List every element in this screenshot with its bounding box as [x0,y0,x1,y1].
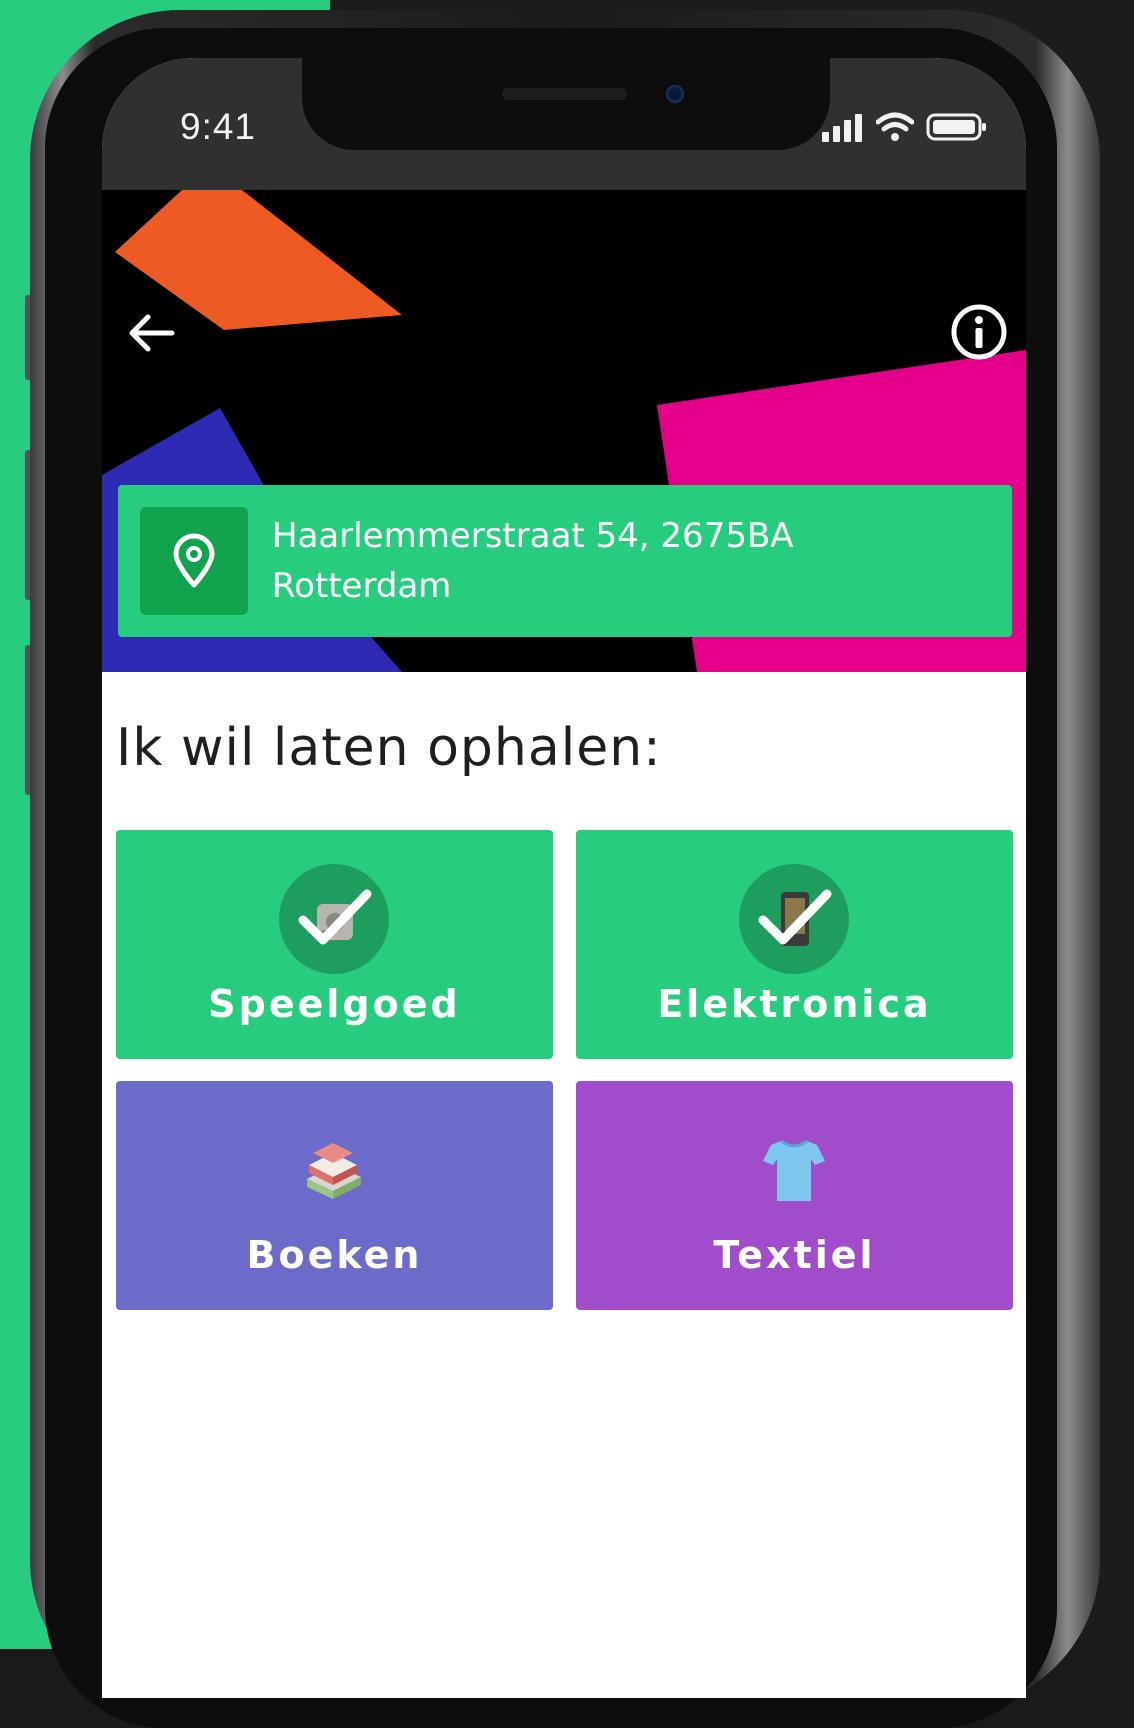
address-text: Haarlemmerstraat 54, 2675BA Rotterdam [272,511,794,611]
status-time: 9:41 [180,106,257,147]
back-button[interactable] [126,308,176,358]
category-tile-speelgoed[interactable]: Speelgoed [116,830,553,1059]
books-icon-wrap [279,1115,389,1225]
tshirt-icon [763,1139,825,1201]
selected-indicator [279,864,389,974]
app-screen: 9:41 Haarlemmerstraat 54, 2675BA Rotterd… [102,58,1026,1698]
category-tile-textiel[interactable]: Textiel [576,1081,1013,1310]
tshirt-icon-wrap [739,1115,849,1225]
category-tile-boeken[interactable]: Boeken [116,1081,553,1310]
status-icons [822,112,988,142]
location-pin-badge [140,507,248,615]
location-pin-icon [173,533,215,588]
arrow-left-icon [129,314,175,352]
front-camera [666,85,684,103]
books-icon [307,1143,361,1199]
category-label-elektronica: Elektronica [657,982,932,1026]
selected-indicator [739,864,849,974]
signal-icon [822,114,862,142]
earpiece-speaker [502,88,627,100]
category-label-textiel: Textiel [713,1233,876,1277]
category-tile-elektronica[interactable]: Elektronica [576,830,1013,1059]
status-bar: 9:41 [102,58,1026,190]
info-button[interactable] [949,302,1009,362]
toy-icon [298,889,372,945]
wifi-icon [876,112,914,141]
category-label-speelgoed: Speelgoed [208,982,461,1026]
info-icon [951,304,1007,360]
phone-icon [758,889,832,946]
address-bar[interactable]: Haarlemmerstraat 54, 2675BA Rotterdam [118,485,1012,637]
notch [302,58,830,150]
address-line-city: Rotterdam [272,566,452,606]
address-line-street: Haarlemmerstraat 54, 2675BA [272,516,794,556]
battery-icon [926,113,986,141]
category-label-boeken: Boeken [246,1233,423,1277]
section-heading: Ik wil laten ophalen: [116,718,662,778]
